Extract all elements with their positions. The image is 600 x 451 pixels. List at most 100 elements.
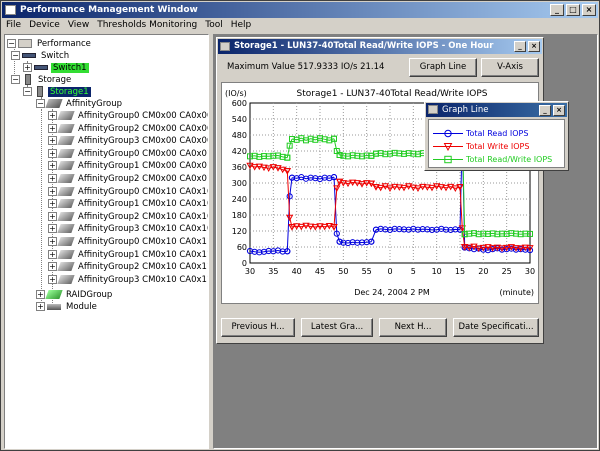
legend-entry-write[interactable]: Total Write IOPS — [433, 141, 529, 152]
menu-help[interactable]: Help — [227, 18, 256, 32]
tree-node-switch1[interactable]: + Switch1 — [23, 62, 89, 74]
close-button[interactable]: × — [582, 4, 596, 16]
graph-line-button[interactable]: Graph Line — [409, 58, 477, 77]
expand-icon[interactable]: + — [48, 136, 57, 146]
expand-icon[interactable]: + — [48, 123, 57, 133]
legend-minimize-button[interactable]: _ — [539, 105, 551, 116]
y-tick-label: 540 — [232, 115, 247, 124]
y-tick-label: 300 — [232, 179, 247, 188]
expand-icon[interactable]: + — [48, 174, 57, 183]
tree-node-affinity-item[interactable]: + AffinityGroup1 CM0x10 CA0x10 — [48, 198, 208, 210]
graph-line-legend-window: Graph Line _ × Total Read IOPS Total Wri… — [424, 101, 569, 171]
expand-icon[interactable]: + — [36, 302, 45, 311]
tree-node-affinity-item[interactable]: + AffinityGroup2 CM0x10 CA0x11 — [48, 261, 208, 273]
tree-node-module[interactable]: + Module — [36, 301, 99, 313]
x-tick-label: 25 — [502, 267, 512, 276]
expand-icon[interactable]: + — [48, 161, 57, 171]
collapse-icon[interactable]: − — [7, 39, 16, 48]
tree-node-affinitygroup[interactable]: − AffinityGroup — [36, 98, 124, 110]
expand-icon[interactable]: + — [48, 148, 57, 158]
switch-icon — [22, 53, 36, 58]
legend-close-button[interactable]: × — [553, 105, 565, 116]
expand-icon[interactable]: + — [48, 224, 57, 234]
module-icon — [47, 303, 61, 310]
menu-tool[interactable]: Tool — [201, 18, 226, 32]
affinity-item-icon — [57, 136, 75, 146]
minimize-button[interactable]: _ — [550, 4, 564, 16]
next-hour-button[interactable]: Next H... — [379, 318, 447, 337]
legend-entry-read[interactable]: Total Read IOPS — [433, 128, 528, 139]
collapse-icon[interactable]: − — [11, 75, 20, 84]
tree-node-affinity-item[interactable]: + AffinityGroup2 CM0x00 CA0x00 — [48, 123, 208, 135]
menu-bar: File Device View Thresholds Monitoring T… — [2, 18, 598, 32]
folder-icon — [18, 39, 32, 48]
expand-icon[interactable]: + — [36, 290, 45, 299]
expand-icon[interactable]: + — [48, 274, 57, 284]
menu-device[interactable]: Device — [25, 18, 64, 32]
menu-thresholds[interactable]: Thresholds Monitoring — [93, 18, 201, 32]
tree-node-switch[interactable]: − Switch — [11, 50, 71, 62]
expand-icon[interactable]: + — [23, 63, 32, 72]
x-tick-label: 30 — [245, 267, 255, 276]
tree-node-affinity-item[interactable]: + AffinityGroup1 CM0x10 CA0x11 — [48, 249, 208, 261]
tree-node-storage[interactable]: − Storage — [11, 74, 73, 86]
tree-node-affinity-item[interactable]: + AffinityGroup0 CM0x00 CA0x01 — [48, 148, 208, 160]
affinity-item-icon — [57, 111, 75, 120]
tree-node-storage1[interactable]: − Storage1 — [23, 86, 91, 98]
affinity-item-icon — [57, 174, 75, 183]
collapse-icon[interactable]: − — [23, 87, 32, 96]
y-tick-label: 420 — [232, 147, 247, 156]
expand-icon[interactable]: + — [48, 237, 57, 246]
expand-icon[interactable]: + — [48, 186, 57, 196]
x-tick-label: 15 — [455, 267, 465, 276]
menu-file[interactable]: File — [2, 18, 25, 32]
device-tree[interactable]: − Performance − Switch + Switch1 − Storage −… — [4, 34, 209, 449]
x-tick-label: 45 — [315, 267, 325, 276]
legend-title-bar[interactable]: Graph Line _ × — [426, 103, 567, 117]
previous-hour-button[interactable]: Previous H... — [221, 318, 295, 337]
graph-window-title-bar[interactable]: Storage1 - LUN37-40Total Read/Write IOPS… — [218, 39, 542, 54]
x-tick-label: 40 — [292, 267, 302, 276]
expand-icon[interactable]: + — [48, 199, 57, 209]
read-line-marker-icon — [433, 129, 463, 138]
expand-icon[interactable]: + — [48, 249, 57, 259]
tree-node-performance[interactable]: − Performance — [7, 38, 93, 50]
collapse-icon[interactable]: − — [36, 99, 45, 108]
max-value-text: Maximum Value 517.9333 IO/s 21.14 — [227, 62, 385, 72]
collapse-icon[interactable]: − — [11, 51, 20, 60]
tree-node-affinity-item[interactable]: + AffinityGroup0 CM0x10 CA0x10 — [48, 186, 208, 198]
menu-view[interactable]: View — [64, 18, 93, 32]
title-bar[interactable]: Performance Management Window _ □ × — [2, 2, 598, 18]
write-line-marker-icon — [433, 143, 463, 152]
legend-entry-total[interactable]: Total Read/Write IOPS — [433, 154, 552, 165]
x-tick-label: 30 — [525, 267, 535, 276]
latest-graph-button[interactable]: Latest Gra... — [301, 318, 373, 337]
tree-node-affinity-item[interactable]: + AffinityGroup1 CM0x00 CA0x01 — [48, 160, 208, 172]
affinity-item-icon — [57, 186, 75, 196]
graph-window-minimize-button[interactable]: _ — [514, 41, 526, 52]
graph-window: Storage1 - LUN37-40Total Read/Write IOPS… — [216, 37, 544, 344]
tree-node-affinity-item[interactable]: + AffinityGroup2 CM0x00 CA0x01 — [48, 173, 208, 185]
tree-node-affinity-item[interactable]: + AffinityGroup0 CM0x00 CA0x00 — [48, 110, 208, 122]
total-line-marker-icon — [433, 155, 463, 164]
window-title: Performance Management Window — [20, 5, 198, 15]
graph-window-close-button[interactable]: × — [528, 41, 540, 52]
switch-icon — [34, 65, 48, 70]
x-tick-label: 55 — [362, 267, 372, 276]
tree-node-raidgroup[interactable]: + RAIDGroup — [36, 289, 114, 301]
affinity-group-icon — [45, 99, 63, 108]
expand-icon[interactable]: + — [48, 211, 57, 221]
date-specification-button[interactable]: Date Specificati... — [453, 318, 539, 337]
tree-node-affinity-item[interactable]: + AffinityGroup3 CM0x00 CA0x00 — [48, 135, 208, 147]
tree-node-affinity-item[interactable]: + AffinityGroup0 CM0x10 CA0x11 — [48, 236, 208, 248]
tree-node-affinity-item[interactable]: + AffinityGroup3 CM0x10 CA0x11 — [48, 274, 208, 286]
affinity-item-icon — [57, 262, 75, 272]
affinity-item-icon — [57, 224, 75, 234]
tree-node-affinity-item[interactable]: + AffinityGroup2 CM0x10 CA0x10 — [48, 211, 208, 223]
expand-icon[interactable]: + — [48, 111, 57, 120]
tree-node-affinity-item[interactable]: + AffinityGroup3 CM0x10 CA0x10 — [48, 223, 208, 235]
expand-icon[interactable]: + — [48, 262, 57, 272]
maximize-button[interactable]: □ — [566, 4, 580, 16]
v-axis-button[interactable]: V-Axis — [481, 58, 539, 77]
y-tick-label: 120 — [232, 227, 247, 236]
